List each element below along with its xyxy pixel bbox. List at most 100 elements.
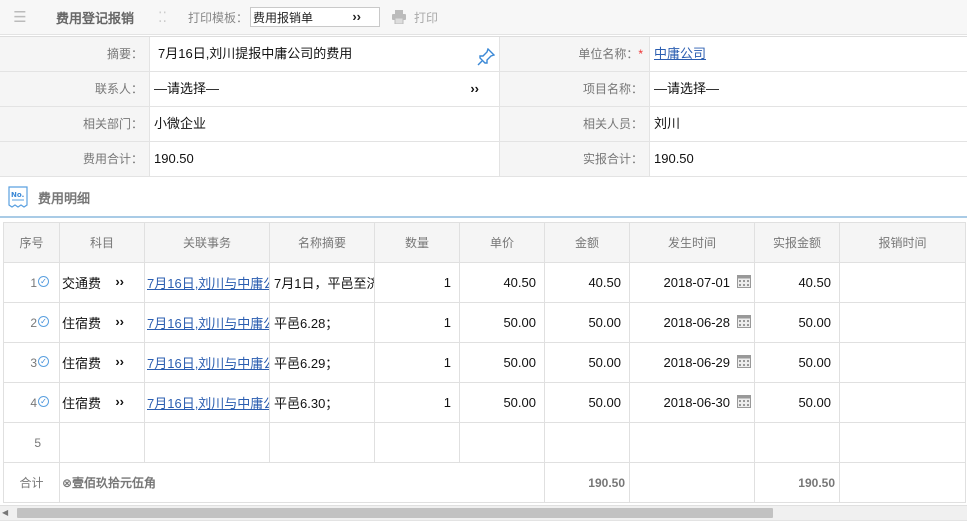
- scrollbar-thumb[interactable]: [17, 508, 773, 518]
- bottom-divider: [0, 520, 967, 525]
- drag-grip-icon[interactable]: ⁚⁚: [158, 9, 176, 26]
- footer-empty-cell: [629, 462, 755, 503]
- form-row-summary: 摘要： 7月16日,刘川提报中庸公司的费用 单位名称：* 中庸公司: [0, 37, 967, 72]
- actual-amount-cell[interactable]: 50.00: [754, 302, 840, 343]
- actual-amount-cell[interactable]: [754, 422, 840, 463]
- calendar-icon[interactable]: [737, 354, 751, 371]
- subject-cell[interactable]: 住宿费 ››: [59, 342, 145, 383]
- person-field[interactable]: 刘川: [650, 107, 967, 141]
- reimb-time-cell[interactable]: [839, 302, 966, 343]
- required-mark: *: [638, 47, 643, 61]
- table-row-empty[interactable]: 5: [3, 422, 966, 463]
- date-cell[interactable]: 2018-06-29: [629, 342, 755, 383]
- date-cell[interactable]: 2018-06-30: [629, 382, 755, 423]
- table-row[interactable]: 1 ✓ 交通费 ›› 7月16日,刘川与中庸公 7月1日，平邑至济 1 40.50 …: [3, 262, 966, 303]
- unit-link[interactable]: 中庸公司: [654, 46, 706, 61]
- expense-form-window: ☰ 费用登记报销 ⁚⁚ 打印模板： 费用报销单 ›› 打印 摘要： 7月16日,…: [0, 0, 967, 525]
- date-cell[interactable]: 2018-06-28: [629, 302, 755, 343]
- desc-cell[interactable]: 平邑6.28；: [269, 302, 375, 343]
- scroll-left-arrow-icon[interactable]: ◀: [2, 508, 8, 517]
- seq-cell: 4 ✓: [3, 382, 60, 423]
- related-cell[interactable]: 7月16日,刘川与中庸公: [144, 302, 270, 343]
- actual-amount-cell[interactable]: 50.00: [754, 342, 840, 383]
- price-cell[interactable]: 50.00: [459, 342, 545, 383]
- subject-cell[interactable]: 住宿费 ››: [59, 382, 145, 423]
- double-chevron-right-icon[interactable]: ››: [115, 274, 124, 289]
- related-cell[interactable]: [144, 422, 270, 463]
- related-link[interactable]: 7月16日,刘川与中庸公: [147, 356, 269, 371]
- date-cell[interactable]: [629, 422, 755, 463]
- qty-cell[interactable]: 1: [374, 382, 460, 423]
- price-cell[interactable]: 50.00: [459, 382, 545, 423]
- contact-select[interactable]: —请选择— ››: [150, 72, 500, 106]
- calendar-icon[interactable]: [737, 274, 751, 291]
- amount-cell: 50.00: [544, 342, 630, 383]
- desc-cell[interactable]: 平邑6.30；: [269, 382, 375, 423]
- related-link[interactable]: 7月16日,刘川与中庸公: [147, 316, 269, 331]
- desc-cell[interactable]: 平邑6.29；: [269, 342, 375, 383]
- expense-detail-table: 序号 科目 关联事务 名称摘要 数量 单价 金额 发生时间 实报金额 报销时间 …: [3, 222, 966, 503]
- reimb-time-cell[interactable]: [839, 342, 966, 383]
- summary-field[interactable]: 7月16日,刘川提报中庸公司的费用: [150, 37, 500, 71]
- qty-cell[interactable]: [374, 422, 460, 463]
- print-template-select[interactable]: 费用报销单 ››: [250, 7, 381, 27]
- double-chevron-right-icon[interactable]: ››: [115, 354, 124, 369]
- contact-value: —请选择—: [154, 81, 220, 96]
- related-cell[interactable]: 7月16日,刘川与中庸公: [144, 262, 270, 303]
- horizontal-scrollbar[interactable]: ◀: [0, 505, 967, 520]
- section-header: No. 费用明细: [0, 178, 967, 218]
- unit-field[interactable]: 中庸公司: [650, 37, 967, 71]
- table-row[interactable]: 4 ✓ 住宿费 ›› 7月16日,刘川与中庸公 平邑6.30； 1 50.00 50…: [3, 382, 966, 423]
- reimb-time-cell[interactable]: [839, 422, 966, 463]
- seq-cell: 3 ✓: [3, 342, 60, 383]
- total-field: 190.50: [150, 142, 500, 176]
- table-row[interactable]: 2 ✓ 住宿费 ›› 7月16日,刘川与中庸公 平邑6.28； 1 50.00 50…: [3, 302, 966, 343]
- table-row[interactable]: 3 ✓ 住宿费 ›› 7月16日,刘川与中庸公 平邑6.29； 1 50.00 50…: [3, 342, 966, 383]
- dept-field[interactable]: 小微企业: [150, 107, 500, 141]
- amount-cell: 50.00: [544, 382, 630, 423]
- calendar-icon[interactable]: [737, 314, 751, 331]
- table-footer-row: 合计 ⊗壹佰玖拾元伍角 190.50 190.50: [3, 462, 966, 503]
- price-cell[interactable]: 40.50: [459, 262, 545, 303]
- actual-amount-cell[interactable]: 50.00: [754, 382, 840, 423]
- actual-amount-cell[interactable]: 40.50: [754, 262, 840, 303]
- person-value: 刘川: [654, 116, 681, 131]
- person-label: 相关人员：: [500, 107, 650, 141]
- double-chevron-right-icon[interactable]: ››: [115, 314, 124, 329]
- summary-value: 7月16日,刘川提报中庸公司的费用: [158, 46, 353, 61]
- print-button[interactable]: 打印: [414, 9, 438, 26]
- price-cell[interactable]: 50.00: [459, 302, 545, 343]
- double-chevron-right-icon[interactable]: ››: [115, 394, 124, 409]
- desc-cell[interactable]: 7月1日，平邑至济: [269, 262, 375, 303]
- check-circle-icon[interactable]: ✓: [38, 355, 49, 367]
- subject-cell[interactable]: 交通费 ››: [59, 262, 145, 303]
- reimb-time-cell[interactable]: [839, 382, 966, 423]
- receipt-no-icon: No.: [8, 186, 28, 208]
- calendar-icon[interactable]: [737, 394, 751, 411]
- summary-label: 摘要：: [0, 37, 150, 71]
- project-select[interactable]: —请选择—: [650, 72, 967, 106]
- desc-cell[interactable]: [269, 422, 375, 463]
- unit-label: 单位名称：*: [500, 37, 650, 71]
- amount-cell: 40.50: [544, 262, 630, 303]
- reimb-time-cell[interactable]: [839, 262, 966, 303]
- printer-icon[interactable]: [390, 8, 408, 26]
- subject-cell[interactable]: [59, 422, 145, 463]
- related-cell[interactable]: 7月16日,刘川与中庸公: [144, 342, 270, 383]
- date-cell[interactable]: 2018-07-01: [629, 262, 755, 303]
- related-link[interactable]: 7月16日,刘川与中庸公: [147, 396, 269, 411]
- check-circle-icon[interactable]: ✓: [38, 315, 49, 327]
- qty-cell[interactable]: 1: [374, 262, 460, 303]
- menu-icon[interactable]: ☰: [0, 0, 40, 35]
- price-cell[interactable]: [459, 422, 545, 463]
- qty-cell[interactable]: 1: [374, 302, 460, 343]
- check-circle-icon[interactable]: ✓: [38, 275, 49, 287]
- related-cell[interactable]: 7月16日,刘川与中庸公: [144, 382, 270, 423]
- col-header-price: 单价: [459, 222, 545, 263]
- double-chevron-right-icon[interactable]: ››: [470, 72, 479, 106]
- print-template-value: 费用报销单: [253, 10, 314, 25]
- related-link[interactable]: 7月16日,刘川与中庸公: [147, 276, 269, 291]
- qty-cell[interactable]: 1: [374, 342, 460, 383]
- check-circle-icon[interactable]: ✓: [38, 395, 49, 407]
- subject-cell[interactable]: 住宿费 ››: [59, 302, 145, 343]
